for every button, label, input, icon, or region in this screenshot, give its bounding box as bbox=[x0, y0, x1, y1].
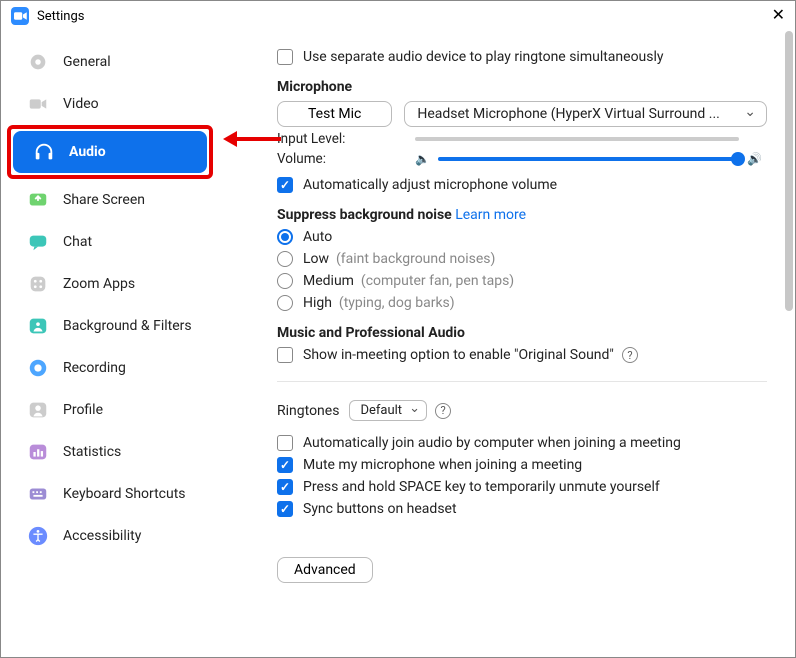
app-icon bbox=[11, 7, 29, 25]
sidebar-item-label: Audio bbox=[69, 144, 106, 160]
sidebar-item-zoom-apps[interactable]: Zoom Apps bbox=[7, 263, 213, 305]
input-level-meter bbox=[415, 137, 739, 141]
label-space-unmute: Press and hold SPACE key to temporarily … bbox=[303, 479, 660, 495]
hint-med: (computer fan, pen taps) bbox=[361, 273, 514, 289]
mic-device-select[interactable]: Headset Microphone (HyperX Virtual Surro… bbox=[404, 101, 767, 127]
main-content: Use separate audio device to play ringto… bbox=[219, 31, 795, 657]
headphones-icon bbox=[33, 141, 55, 163]
sidebar-item-label: Background & Filters bbox=[63, 318, 192, 334]
sidebar-item-video[interactable]: Video bbox=[7, 83, 213, 125]
help-icon[interactable]: ? bbox=[435, 403, 451, 419]
window-title: Settings bbox=[37, 9, 84, 24]
suppress-header: Suppress background noise Learn more bbox=[277, 207, 767, 223]
chat-icon bbox=[27, 231, 49, 253]
sidebar-item-label: Share Screen bbox=[63, 192, 145, 208]
sidebar-item-general[interactable]: General bbox=[7, 41, 213, 83]
label-auto-join: Automatically join audio by computer whe… bbox=[303, 435, 681, 451]
close-button[interactable]: ✕ bbox=[772, 8, 785, 24]
sidebar: General Video Audio Share Screen Chat Zo… bbox=[1, 31, 219, 657]
label-sup-low: Low bbox=[303, 251, 329, 267]
separator bbox=[277, 381, 767, 382]
volume-slider[interactable] bbox=[438, 157, 739, 161]
checkbox-sync-headset[interactable] bbox=[277, 501, 293, 517]
sidebar-item-background[interactable]: Background & Filters bbox=[7, 305, 213, 347]
test-mic-button[interactable]: Test Mic bbox=[277, 101, 392, 127]
sidebar-item-label: Zoom Apps bbox=[63, 276, 135, 292]
recording-icon bbox=[27, 357, 49, 379]
sidebar-item-statistics[interactable]: Statistics bbox=[7, 431, 213, 473]
radio-low[interactable] bbox=[277, 251, 293, 267]
statistics-icon bbox=[27, 441, 49, 463]
checkbox-mute-on-join[interactable] bbox=[277, 457, 293, 473]
hint-low: (faint background noises) bbox=[336, 251, 495, 267]
sidebar-item-accessibility[interactable]: Accessibility bbox=[7, 515, 213, 557]
radio-auto[interactable] bbox=[277, 229, 293, 245]
profile-icon bbox=[27, 399, 49, 421]
video-icon bbox=[27, 93, 49, 115]
sidebar-item-audio[interactable]: Audio bbox=[13, 131, 207, 173]
volume-label: Volume: bbox=[277, 151, 407, 167]
music-header: Music and Professional Audio bbox=[277, 325, 767, 341]
ringtones-select[interactable]: Default bbox=[349, 400, 427, 421]
sidebar-item-share-screen[interactable]: Share Screen bbox=[7, 179, 213, 221]
sidebar-item-label: Video bbox=[63, 96, 99, 112]
highlight-box: Audio bbox=[7, 125, 213, 179]
sidebar-item-label: General bbox=[63, 54, 111, 70]
radio-high[interactable] bbox=[277, 295, 293, 311]
ringtones-label: Ringtones bbox=[277, 403, 339, 419]
apps-icon bbox=[27, 273, 49, 295]
volume-high-icon: 🔊 bbox=[747, 152, 767, 166]
sidebar-item-shortcuts[interactable]: Keyboard Shortcuts bbox=[7, 473, 213, 515]
titlebar: Settings ✕ bbox=[1, 1, 795, 31]
scrollbar[interactable] bbox=[785, 31, 793, 655]
checkbox-separate-device[interactable] bbox=[277, 49, 293, 65]
label-mute-on-join: Mute my microphone when joining a meetin… bbox=[303, 457, 582, 473]
checkbox-original-sound[interactable] bbox=[277, 347, 293, 363]
keyboard-icon bbox=[27, 483, 49, 505]
sidebar-item-recording[interactable]: Recording bbox=[7, 347, 213, 389]
checkbox-space-unmute[interactable] bbox=[277, 479, 293, 495]
checkbox-auto-adjust[interactable] bbox=[277, 177, 293, 193]
help-icon[interactable]: ? bbox=[622, 347, 638, 363]
sidebar-item-label: Statistics bbox=[63, 444, 121, 460]
sidebar-item-chat[interactable]: Chat bbox=[7, 221, 213, 263]
advanced-button[interactable]: Advanced bbox=[277, 557, 373, 583]
checkbox-auto-join[interactable] bbox=[277, 435, 293, 451]
label-original-sound: Show in-meeting option to enable "Origin… bbox=[303, 347, 614, 363]
label-sup-auto: Auto bbox=[303, 229, 332, 245]
accessibility-icon bbox=[27, 525, 49, 547]
label-auto-adjust: Automatically adjust microphone volume bbox=[303, 177, 557, 193]
gear-icon bbox=[27, 51, 49, 73]
label-separate-device: Use separate audio device to play ringto… bbox=[303, 49, 664, 65]
sidebar-item-profile[interactable]: Profile bbox=[7, 389, 213, 431]
label-sup-med: Medium bbox=[303, 273, 354, 289]
sidebar-item-label: Chat bbox=[63, 234, 92, 250]
sidebar-item-label: Keyboard Shortcuts bbox=[63, 486, 186, 502]
input-level-label: Input Level: bbox=[277, 131, 407, 147]
label-sync-headset: Sync buttons on headset bbox=[303, 501, 457, 517]
sidebar-item-label: Recording bbox=[63, 360, 126, 376]
share-screen-icon bbox=[27, 189, 49, 211]
label-sup-high: High bbox=[303, 295, 332, 311]
learn-more-link[interactable]: Learn more bbox=[455, 207, 526, 223]
radio-medium[interactable] bbox=[277, 273, 293, 289]
volume-low-icon: 🔈 bbox=[415, 152, 430, 166]
background-icon bbox=[27, 315, 49, 337]
sidebar-item-label: Accessibility bbox=[63, 528, 141, 544]
microphone-header: Microphone bbox=[277, 79, 767, 95]
hint-high: (typing, dog barks) bbox=[339, 295, 455, 311]
sidebar-item-label: Profile bbox=[63, 402, 103, 418]
